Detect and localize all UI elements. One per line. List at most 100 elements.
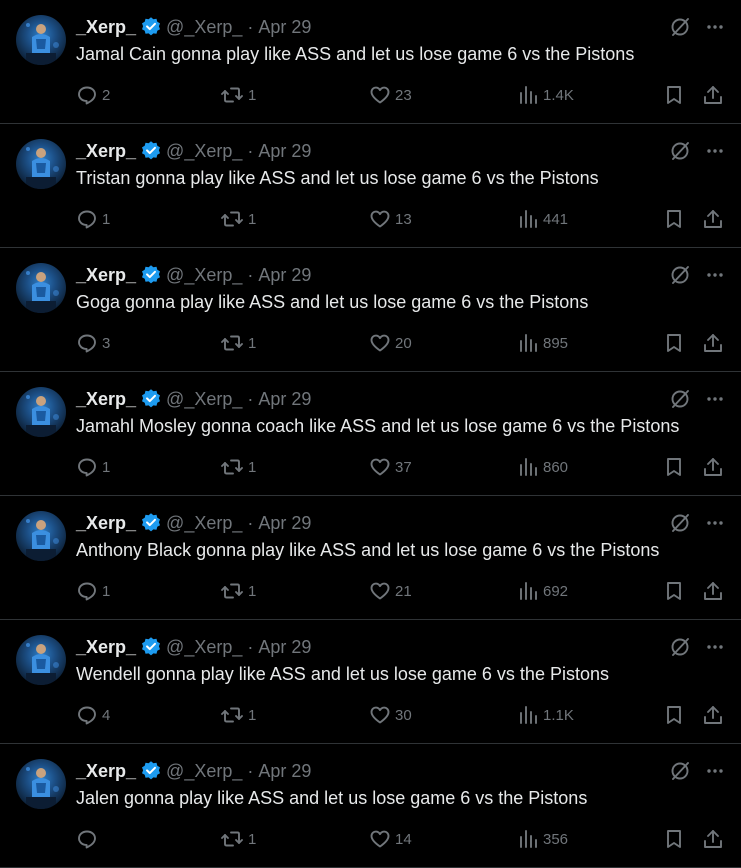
views-button[interactable]: 441 [517,206,568,232]
views-button[interactable]: 895 [517,330,568,356]
tweet-text: Wendell gonna play like ASS and let us l… [76,664,609,684]
views-button[interactable]: 1.1K [517,702,574,728]
views-button[interactable]: 692 [517,578,568,604]
retweet-count: 1 [248,86,257,104]
tweet[interactable]: _Xerp_ @_Xerp_ · Apr 29 Jamahl Mosley go… [0,372,741,496]
avatar[interactable] [16,635,66,685]
tweet-date[interactable]: Apr 29 [258,761,311,782]
tweet-date[interactable]: Apr 29 [258,265,311,286]
retweet-button[interactable]: 1 [220,454,256,480]
retweet-button[interactable]: 1 [220,330,256,356]
like-button[interactable]: 23 [369,82,412,108]
tweet-actions: 3 1 20 895 [76,330,726,356]
view-count: 441 [543,210,569,228]
author-name[interactable]: _Xerp_ [76,761,136,782]
retweet-button[interactable]: 1 [220,578,256,604]
tweet[interactable]: _Xerp_ @_Xerp_ · Apr 29 Anthony Black go… [0,496,741,620]
more-icon[interactable] [705,389,725,409]
grok-icon[interactable] [669,636,691,658]
retweet-icon [221,211,243,227]
reply-button[interactable]: 2 [76,82,110,108]
views-button[interactable]: 1.4K [517,82,574,108]
share-button[interactable] [702,578,724,604]
author-handle[interactable]: @_Xerp_ [166,761,242,782]
like-button[interactable]: 37 [369,454,412,480]
tweet[interactable]: _Xerp_ @_Xerp_ · Apr 29 Jalen gonna play… [0,744,741,868]
retweet-count: 1 [248,334,257,352]
like-count: 13 [395,210,412,228]
tweet-date[interactable]: Apr 29 [258,513,311,534]
share-button[interactable] [702,826,724,852]
avatar[interactable] [16,263,66,313]
author-handle[interactable]: @_Xerp_ [166,513,242,534]
tweet-date[interactable]: Apr 29 [258,389,311,410]
avatar[interactable] [16,139,66,189]
bookmark-button[interactable] [663,826,685,852]
retweet-button[interactable]: 1 [220,82,256,108]
bookmark-button[interactable] [663,330,685,356]
like-button[interactable]: 13 [369,206,412,232]
grok-icon[interactable] [669,760,691,782]
grok-icon[interactable] [669,264,691,286]
tweet[interactable]: _Xerp_ @_Xerp_ · Apr 29 Jamal Cain gonna… [0,0,741,124]
more-icon[interactable] [705,761,725,781]
share-button[interactable] [702,454,724,480]
reply-button[interactable]: 1 [76,206,110,232]
author-name[interactable]: _Xerp_ [76,265,136,286]
author-name[interactable]: _Xerp_ [76,513,136,534]
views-button[interactable]: 860 [517,454,568,480]
more-icon[interactable] [705,17,725,37]
tweet[interactable]: _Xerp_ @_Xerp_ · Apr 29 Tristan gonna pl… [0,124,741,248]
reply-button[interactable] [76,826,102,852]
share-button[interactable] [702,702,724,728]
author-name[interactable]: _Xerp_ [76,17,136,38]
reply-button[interactable]: 1 [76,578,110,604]
bookmark-button[interactable] [663,206,685,232]
tweet-date[interactable]: Apr 29 [258,141,311,162]
more-icon[interactable] [705,637,725,657]
bookmark-button[interactable] [663,82,685,108]
reply-button[interactable]: 1 [76,454,110,480]
tweet-date[interactable]: Apr 29 [258,17,311,38]
avatar[interactable] [16,759,66,809]
views-button[interactable]: 356 [517,826,568,852]
separator: · [247,388,254,409]
reply-button[interactable]: 3 [76,330,110,356]
grok-icon[interactable] [669,140,691,162]
tweet[interactable]: _Xerp_ @_Xerp_ · Apr 29 Wendell gonna pl… [0,620,741,744]
bookmark-button[interactable] [663,702,685,728]
retweet-button[interactable]: 1 [220,702,256,728]
author-handle[interactable]: @_Xerp_ [166,265,242,286]
share-button[interactable] [702,82,724,108]
like-button[interactable]: 21 [369,578,412,604]
grok-icon[interactable] [669,16,691,38]
like-button[interactable]: 30 [369,702,412,728]
grok-icon[interactable] [669,388,691,410]
tweet[interactable]: _Xerp_ @_Xerp_ · Apr 29 Goga gonna play … [0,248,741,372]
more-icon[interactable] [705,141,725,161]
bookmark-button[interactable] [663,578,685,604]
like-button[interactable]: 20 [369,330,412,356]
author-handle[interactable]: @_Xerp_ [166,141,242,162]
more-icon[interactable] [705,265,725,285]
retweet-button[interactable]: 1 [220,826,256,852]
author-name[interactable]: _Xerp_ [76,389,136,410]
verified-badge-icon [140,264,162,286]
grok-icon[interactable] [669,512,691,534]
author-name[interactable]: _Xerp_ [76,141,136,162]
retweet-button[interactable]: 1 [220,206,256,232]
share-button[interactable] [702,206,724,232]
share-button[interactable] [702,330,724,356]
avatar[interactable] [16,387,66,437]
author-handle[interactable]: @_Xerp_ [166,637,242,658]
author-handle[interactable]: @_Xerp_ [166,17,242,38]
avatar[interactable] [16,511,66,561]
avatar[interactable] [16,15,66,65]
more-icon[interactable] [705,513,725,533]
like-button[interactable]: 14 [369,826,412,852]
author-name[interactable]: _Xerp_ [76,637,136,658]
reply-button[interactable]: 4 [76,702,110,728]
bookmark-button[interactable] [663,454,685,480]
tweet-date[interactable]: Apr 29 [258,637,311,658]
author-handle[interactable]: @_Xerp_ [166,389,242,410]
